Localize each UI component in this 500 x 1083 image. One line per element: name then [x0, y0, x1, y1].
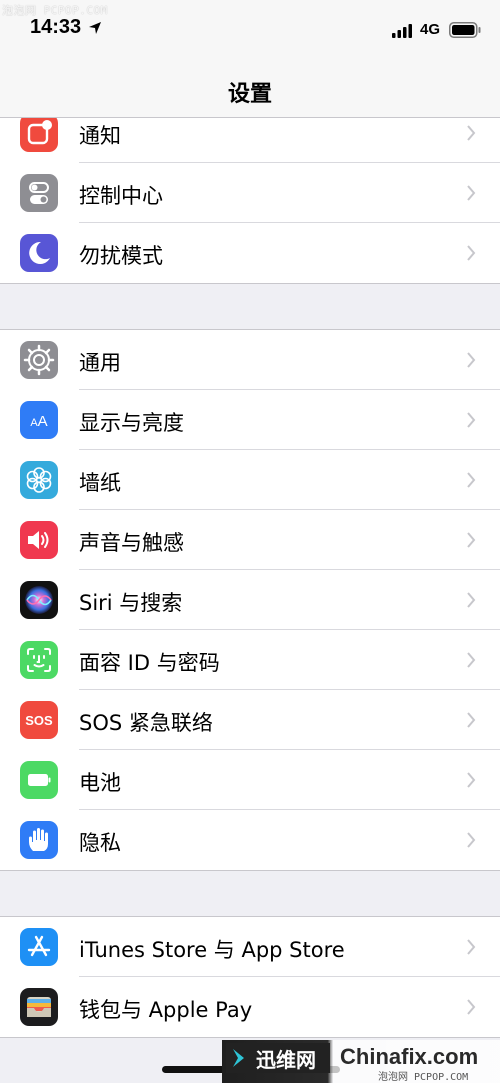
navigation-bar-overlay: 设置: [0, 62, 500, 118]
location-arrow-icon: [89, 22, 101, 34]
settings-row-privacy[interactable]: 隐私: [0, 810, 500, 870]
chevron-right-icon: [467, 772, 476, 788]
chevron-right-icon: [467, 592, 476, 608]
chevron-right-icon: [467, 999, 476, 1015]
speaker-icon: [20, 521, 58, 559]
page-title: 设置: [227, 82, 272, 107]
network-type: 4G: [420, 21, 441, 38]
chevron-right-icon: [467, 532, 476, 548]
wallpaper-flower-icon: [20, 461, 58, 499]
battery-status-icon: [449, 22, 481, 38]
settings-row-general[interactable]: 通用: [0, 330, 500, 390]
watermark-brand-cn: 迅维网: [256, 1048, 316, 1072]
settings-row-do-not-disturb[interactable]: 勿扰模式: [0, 223, 500, 283]
cellular-signal-icon: [392, 24, 412, 38]
settings-group-1: 通知 控制中心 勿扰模式: [0, 102, 500, 284]
chevron-right-icon: [467, 712, 476, 728]
settings-row-label: 面容 ID 与密码: [79, 651, 220, 675]
battery-icon: [20, 761, 58, 799]
settings-row-label: 控制中心: [79, 184, 163, 208]
chevron-right-icon: [467, 412, 476, 428]
chevron-right-icon: [467, 652, 476, 668]
settings-row-label: 电池: [79, 771, 121, 795]
settings-row-label: 墙纸: [79, 471, 121, 495]
control-center-icon: [20, 174, 58, 212]
status-time: 14:33: [30, 16, 82, 38]
settings-row-control-center[interactable]: 控制中心: [0, 163, 500, 223]
settings-row-display[interactable]: AA 显示与亮度: [0, 390, 500, 450]
settings-row-label: SOS 紧急联络: [79, 711, 213, 735]
settings-row-wallpaper[interactable]: 墙纸: [0, 450, 500, 510]
chevron-right-icon: [467, 125, 476, 141]
chevron-right-icon: [467, 939, 476, 955]
settings-row-battery[interactable]: 电池: [0, 750, 500, 810]
settings-row-label: 钱包与 Apple Pay: [79, 998, 253, 1022]
display-brightness-icon: AA: [20, 401, 58, 439]
settings-group-2: 通用 AA 显示与亮度 墙纸 声音与触感 Siri 与搜索 面容 ID 与密码 …: [0, 329, 500, 871]
settings-row-label: 勿扰模式: [79, 244, 163, 268]
siri-icon: [20, 581, 58, 619]
watermark-arrow-icon: [233, 1049, 244, 1067]
settings-row-siri[interactable]: Siri 与搜索: [0, 570, 500, 630]
settings-row-label: 显示与亮度: [79, 411, 184, 435]
settings-row-label: 隐私: [79, 831, 121, 855]
settings-row-label: Siri 与搜索: [79, 591, 183, 615]
settings-group-3: iTunes Store 与 App Store 钱包与 Apple Pay: [0, 916, 500, 1038]
notifications-icon: [20, 114, 58, 152]
settings-row-face-id[interactable]: 面容 ID 与密码: [0, 630, 500, 690]
chevron-right-icon: [467, 832, 476, 848]
settings-row-label: 声音与触感: [79, 531, 184, 555]
status-bar: 泡泡网 PCPOP.COM 14:33 4G: [0, 0, 500, 62]
chevron-right-icon: [467, 472, 476, 488]
settings-row-label: 通用: [79, 351, 121, 375]
wallet-icon: [20, 988, 58, 1026]
svg-text:AA: AA: [30, 413, 47, 430]
chevron-right-icon: [467, 352, 476, 368]
settings-row-wallet[interactable]: 钱包与 Apple Pay: [0, 977, 500, 1037]
settings-row-label: 通知: [79, 124, 121, 148]
sos-icon: SOS: [20, 701, 58, 739]
svg-text:SOS: SOS: [25, 713, 53, 728]
settings-row-app-store[interactable]: iTunes Store 与 App Store: [0, 917, 500, 977]
settings-row-sounds[interactable]: 声音与触感: [0, 510, 500, 570]
settings-row-label: iTunes Store 与 App Store: [79, 938, 345, 962]
settings-row-sos[interactable]: SOS SOS 紧急联络: [0, 690, 500, 750]
watermark-small-text: 泡泡网 PCPOP.COM: [378, 1072, 469, 1083]
watermark-brand-en: Chinafix.com: [340, 1044, 479, 1069]
privacy-hand-icon: [20, 821, 58, 859]
app-store-icon: [20, 928, 58, 966]
gear-icon: [20, 341, 58, 379]
chevron-right-icon: [467, 245, 476, 261]
do-not-disturb-moon-icon: [20, 234, 58, 272]
face-id-icon: [20, 641, 58, 679]
chevron-right-icon: [467, 185, 476, 201]
